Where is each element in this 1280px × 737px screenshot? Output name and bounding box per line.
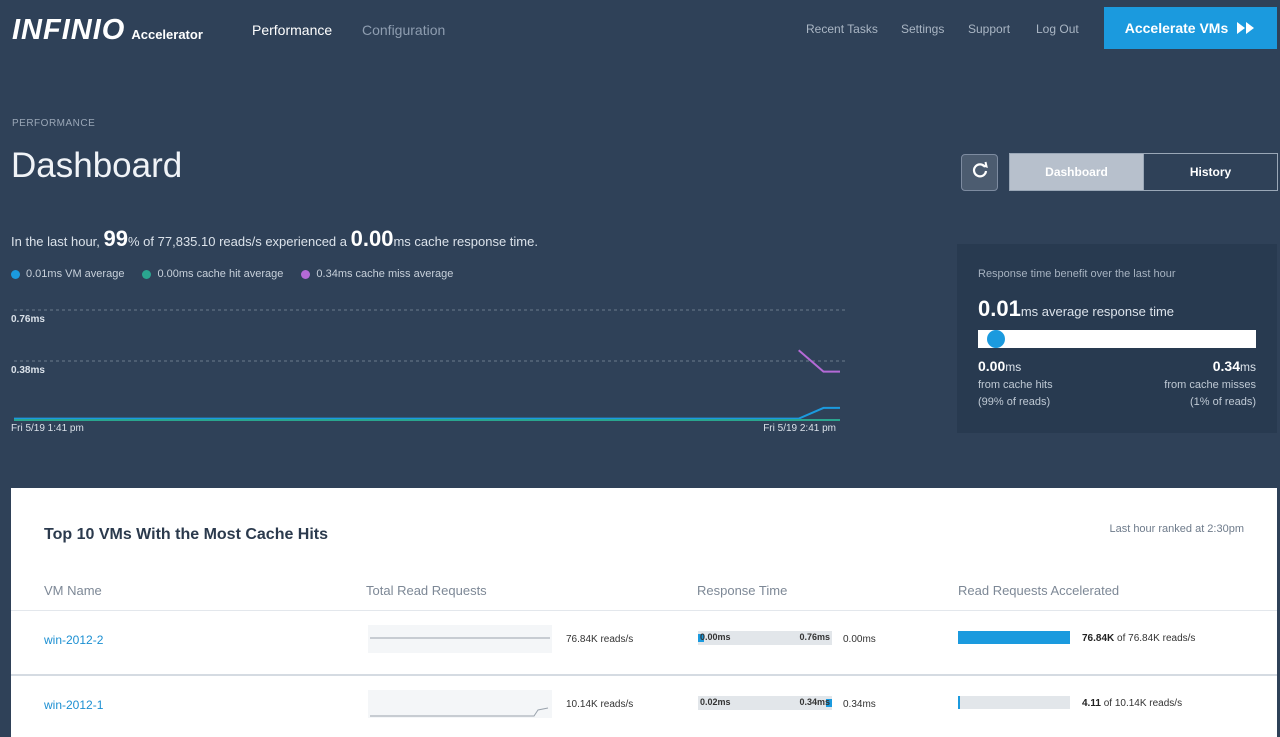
legend-label-vm-average: 0.01ms VM average <box>26 268 125 280</box>
x-tick-label: Fri 5/19 1:41 pm <box>11 423 84 434</box>
summary-response: 0.00 <box>350 226 394 251</box>
y-tick-label: 0.38ms <box>11 365 45 376</box>
chart-legend: 0.01ms VM average 0.00ms cache hit avera… <box>11 268 453 280</box>
nav-configuration[interactable]: Configuration <box>362 22 445 38</box>
table-row[interactable]: win-2012-1 10.14K reads/s 0.02ms 0.34ms … <box>11 674 1277 736</box>
legend-swatch-cache-hit <box>142 269 152 279</box>
accelerate-vms-label: Accelerate VMs <box>1124 20 1229 36</box>
table-row[interactable]: win-2012-2 76.84K reads/s 0.00ms 0.76ms … <box>11 610 1277 672</box>
view-toggle: Dashboard History <box>1009 153 1278 191</box>
accelerated-text: 4.11 of 10.14K reads/s <box>1082 698 1182 709</box>
response-time-value: 0.34ms <box>843 699 876 710</box>
response-time-min: 0.00ms <box>700 632 731 642</box>
fast-forward-icon <box>1236 21 1256 35</box>
brand-logo[interactable]: INFINIO Accelerator <box>12 14 203 47</box>
accelerated-value: 76.84K <box>1082 633 1115 644</box>
card-title: Top 10 VMs With the Most Cache Hits <box>44 526 329 543</box>
read-requests-sparkline <box>368 690 552 718</box>
legend-item-cache-miss: 0.34ms cache miss average <box>301 268 453 280</box>
breadcrumb: PERFORMANCE <box>12 118 96 129</box>
response-time-max: 0.34ms <box>799 697 830 707</box>
total-read-requests: 10.14K reads/s <box>566 699 634 710</box>
summary-prefix: In the last hour, <box>11 234 100 249</box>
benefit-title: Response time benefit over the last hour <box>978 268 1176 280</box>
response-time-bar: 0.00ms 0.76ms <box>698 631 832 645</box>
benefit-value-number: 0.01 <box>978 296 1021 321</box>
accelerated-of: of 10.14K reads/s <box>1103 698 1183 709</box>
benefit-hit-value: 0.00ms <box>978 358 1021 374</box>
legend-swatch-vm-average <box>11 269 20 279</box>
legend-item-cache-hit: 0.00ms cache hit average <box>142 268 283 280</box>
nav-support[interactable]: Support <box>968 22 1010 36</box>
nav-log-out[interactable]: Log Out <box>1036 22 1079 36</box>
accelerated-bar <box>958 696 1070 709</box>
benefit-hit-caption: from cache hits (99% of reads) <box>978 377 1053 411</box>
benefit-hit-label: from cache hits <box>978 379 1053 391</box>
top-navigation: INFINIO Accelerator Performance Configur… <box>0 0 1280 60</box>
brand-product: Accelerator <box>131 27 203 42</box>
read-requests-sparkline <box>368 625 552 653</box>
response-time-value: 0.00ms <box>843 634 876 645</box>
nav-settings[interactable]: Settings <box>901 22 944 36</box>
summary-suffix: ms cache response time. <box>393 234 538 249</box>
benefit-hit-unit: ms <box>1005 360 1022 374</box>
nav-performance[interactable]: Performance <box>252 22 332 38</box>
accelerated-bar-fill <box>958 631 1070 644</box>
benefit-value: 0.01ms average response time <box>978 296 1174 322</box>
column-header-reads-accelerated[interactable]: Read Requests Accelerated <box>958 583 1119 598</box>
accelerated-value: 4.11 <box>1082 698 1101 709</box>
total-read-requests: 76.84K reads/s <box>566 634 634 645</box>
benefit-miss-value: 0.34ms <box>1213 358 1256 374</box>
vm-name-link[interactable]: win-2012-2 <box>44 633 103 647</box>
benefit-miss-share: (1% of reads) <box>1189 396 1256 408</box>
refresh-button[interactable] <box>961 154 998 191</box>
refresh-icon <box>970 160 990 185</box>
benefit-miss-caption: from cache misses (1% of reads) <box>1164 377 1256 411</box>
accelerated-text: 76.84K of 76.84K reads/s <box>1082 633 1195 644</box>
response-time-min: 0.02ms <box>700 697 731 707</box>
benefit-miss-unit: ms <box>1240 360 1256 374</box>
series-line-vm-average <box>14 406 840 420</box>
response-benefit-panel: Response time benefit over the last hour… <box>957 244 1277 433</box>
benefit-hit-share: (99% of reads) <box>978 396 1051 408</box>
benefit-scale-bar <box>978 330 1256 348</box>
x-tick-label: Fri 5/19 2:41 pm <box>763 423 836 434</box>
column-header-total-reads[interactable]: Total Read Requests <box>366 583 487 598</box>
benefit-scale-marker <box>986 330 1005 348</box>
legend-swatch-cache-miss <box>301 269 311 279</box>
accelerated-of: of 76.84K reads/s <box>1117 633 1196 644</box>
page-title: Dashboard <box>11 146 183 185</box>
tab-dashboard[interactable]: Dashboard <box>1010 154 1143 190</box>
summary-sentence: In the last hour, 99% of 77,835.10 reads… <box>11 226 538 252</box>
top-vms-card: Top 10 VMs With the Most Cache Hits Last… <box>11 488 1277 737</box>
vm-name-link[interactable]: win-2012-1 <box>44 698 103 712</box>
summary-percent: 99 <box>103 226 129 251</box>
legend-label-cache-miss: 0.34ms cache miss average <box>316 268 454 280</box>
brand-name: INFINIO <box>12 14 126 46</box>
response-time-max: 0.76ms <box>799 632 830 642</box>
accelerated-bar-fill <box>958 696 960 709</box>
accelerated-bar <box>958 631 1070 644</box>
benefit-hit-number: 0.00 <box>978 358 1006 374</box>
summary-mid: % of 77,835.10 reads/s experienced a <box>128 234 347 249</box>
benefit-miss-label: from cache misses <box>1164 379 1256 391</box>
response-time-chart: 0.76ms 0.38ms Fri 5/19 1:41 pm Fri 5/19 2:… <box>11 309 845 434</box>
nav-recent-tasks[interactable]: Recent Tasks <box>806 22 878 36</box>
accelerate-vms-button[interactable]: Accelerate VMs <box>1104 7 1277 49</box>
legend-label-cache-hit: 0.00ms cache hit average <box>157 268 284 280</box>
benefit-miss-number: 0.34 <box>1212 358 1240 374</box>
y-tick-label: 0.76ms <box>11 314 45 325</box>
ranked-timestamp: Last hour ranked at 2:30pm <box>1109 523 1244 535</box>
column-header-response-time[interactable]: Response Time <box>697 583 787 598</box>
column-header-vm-name[interactable]: VM Name <box>44 583 102 598</box>
legend-item-vm-average: 0.01ms VM average <box>11 268 124 280</box>
response-time-bar: 0.02ms 0.34ms <box>698 696 832 710</box>
benefit-value-suffix: ms average response time <box>1020 304 1175 319</box>
tab-history[interactable]: History <box>1143 154 1277 190</box>
